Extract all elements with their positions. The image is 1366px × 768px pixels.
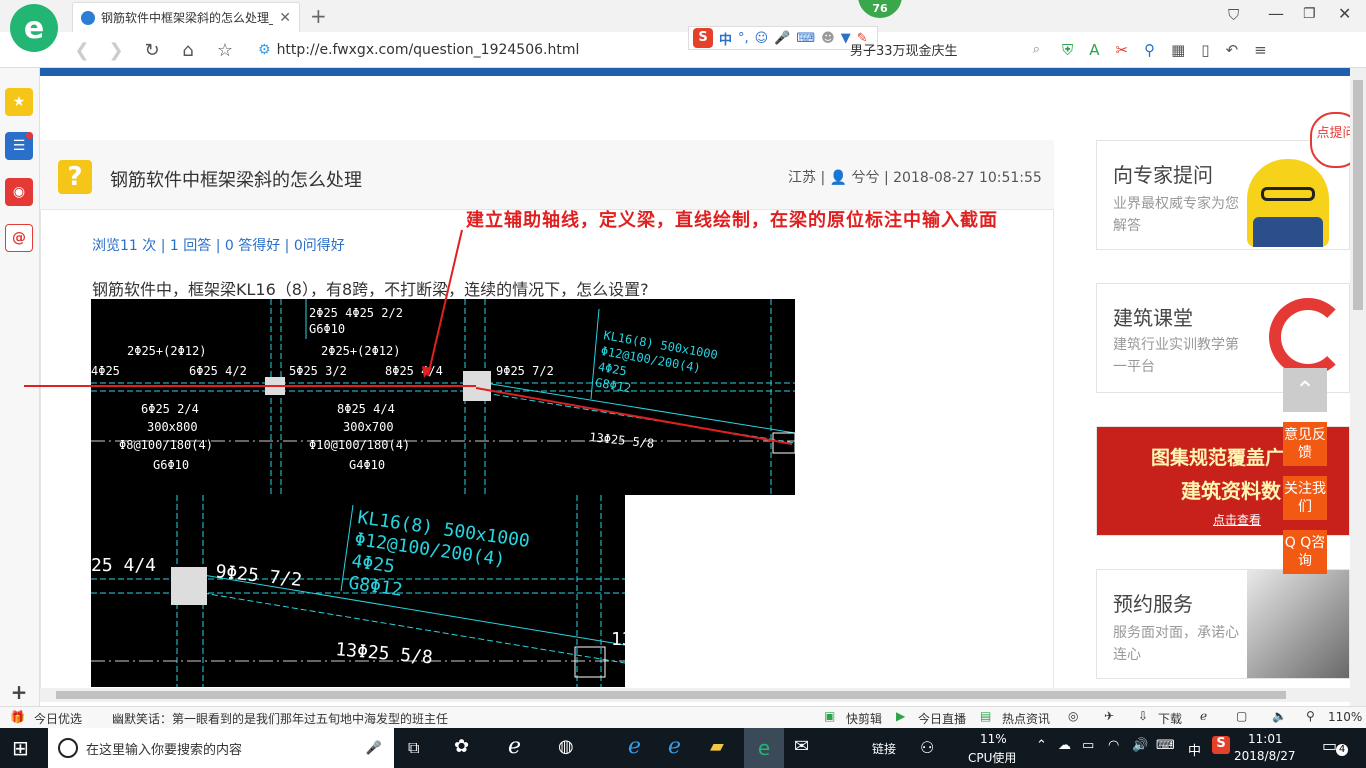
back-to-top-button[interactable]: ⌃ xyxy=(1283,368,1327,412)
windows-taskbar: ⊞ 在这里输入你要搜索的内容 🎤 ⧉ ✿ ℯ ◍ ℯ ℯ ▰ e ✉ 链接 ⚇ … xyxy=(0,728,1366,768)
mascot-suit-icon xyxy=(1253,217,1323,247)
hot-news-link[interactable]: 热点资讯 xyxy=(1002,710,1050,727)
zoom-icon[interactable]: ⚲ xyxy=(1306,709,1315,723)
download-link[interactable]: 下载 xyxy=(1158,710,1182,727)
scroll-thumb[interactable] xyxy=(1353,80,1363,310)
video-edit-icon: ▣ xyxy=(824,709,836,723)
vertical-scrollbar[interactable] xyxy=(1350,68,1366,706)
building-class-title: 建筑课堂 xyxy=(1113,306,1193,330)
volume-icon[interactable]: 🔈 xyxy=(1272,709,1287,723)
news-ticker[interactable]: 幽默笑话：第一眼看到的是我们那年过五旬地中海发型的班主任 xyxy=(112,710,448,727)
folder-icon[interactable]: ▰ xyxy=(710,736,724,757)
links-label[interactable]: 链接 xyxy=(872,740,896,757)
building-class-sub: 建筑行业实训教学第一平台 xyxy=(1113,337,1239,375)
gift-icon: 🎁 xyxy=(10,710,25,724)
clock-time[interactable]: 11:01 xyxy=(1248,732,1283,746)
taskbar-search-text[interactable]: 在这里输入你要搜索的内容 xyxy=(86,739,358,758)
ie-icon[interactable]: ℯ xyxy=(1200,709,1207,723)
swirl-logo-icon xyxy=(1269,298,1347,376)
banner-line2: 建筑资料数 xyxy=(1181,479,1281,503)
notification-count: 4 xyxy=(1336,744,1348,756)
pin-icon[interactable]: ✈ xyxy=(1104,709,1114,723)
zoom-level[interactable]: 110% xyxy=(1328,710,1362,724)
scroll-thumb-h[interactable] xyxy=(56,691,1286,699)
horizontal-scrollbar[interactable] xyxy=(40,688,1350,702)
appointment-card[interactable]: 预约服务 服务面对面，承诺心连心 xyxy=(1096,569,1350,679)
appointment-title: 预约服务 xyxy=(1113,592,1193,616)
browser-status-bar: 🎁 今日优选 幽默笑话：第一眼看到的是我们那年过五旬地中海发型的班主任 ▣ 快剪… xyxy=(0,706,1366,728)
edge-blue-icon[interactable]: ℯ xyxy=(628,734,641,759)
ask-expert-title: 向专家提问 xyxy=(1113,163,1213,187)
ime-tray-label[interactable]: 中 xyxy=(1188,740,1201,759)
mic-icon[interactable]: 🎤 xyxy=(366,741,382,756)
hot-news-icon: ▤ xyxy=(980,709,992,723)
ask-expert-sub: 业界最权威专家为您解答 xyxy=(1113,196,1239,234)
action-center-icon[interactable]: ▭ xyxy=(1322,736,1337,755)
feedback-button[interactable]: 意见反馈 xyxy=(1283,422,1327,466)
banner-link[interactable]: 点击查看 xyxy=(1213,511,1261,528)
browser-logo-icon[interactable]: e xyxy=(10,4,58,52)
speaker-icon[interactable]: 🔊 xyxy=(1132,738,1148,753)
tray-device-icon[interactable]: ▭ xyxy=(1082,738,1094,753)
cpu-percent: 11% xyxy=(980,732,1007,746)
windows-start-icon[interactable]: ⊞ xyxy=(12,736,29,760)
today-picks[interactable]: 今日优选 xyxy=(34,710,82,727)
task-view-icon[interactable]: ⧉ xyxy=(408,738,419,758)
live-link[interactable]: 今日直播 xyxy=(918,710,966,727)
tray-wechat-icon[interactable]: ☁ xyxy=(1058,738,1071,753)
ie-icon[interactable]: ℯ xyxy=(668,734,681,759)
keyboard-tray-icon[interactable]: ⌨ xyxy=(1156,738,1175,753)
mascot-glasses-icon xyxy=(1261,187,1315,201)
kuaijian-link[interactable]: 快剪辑 xyxy=(846,710,882,727)
people-icon[interactable]: ⚇ xyxy=(920,738,934,757)
follow-us-button[interactable]: 关注我们 xyxy=(1283,476,1327,520)
pinwheel-icon[interactable]: ✿ xyxy=(454,736,469,757)
handshake-photo xyxy=(1247,570,1349,678)
taskbar-search[interactable]: 在这里输入你要搜索的内容 🎤 xyxy=(48,728,394,768)
app-spiral-icon[interactable]: ◍ xyxy=(558,736,574,757)
globe-icon[interactable]: ◎ xyxy=(1068,709,1078,723)
edge-icon[interactable]: ℯ xyxy=(508,734,521,759)
cpu-label: CPU使用 xyxy=(968,751,1017,765)
window-icon[interactable]: ▢ xyxy=(1236,709,1247,723)
wifi-icon[interactable]: ◠ xyxy=(1108,738,1119,753)
download-icon: ⇩ xyxy=(1138,709,1149,723)
sogou-tray-icon[interactable]: S xyxy=(1212,736,1230,754)
banner-line1: 图集规范覆盖广 xyxy=(1151,447,1285,469)
tray-up-icon[interactable]: ⌃ xyxy=(1036,738,1047,753)
qq-consult-button[interactable]: Q Q咨询 xyxy=(1283,530,1327,574)
mail-app-icon[interactable]: ✉ xyxy=(794,736,809,757)
active-browser-icon[interactable]: e xyxy=(744,728,784,768)
appointment-sub: 服务面对面，承诺心连心 xyxy=(1113,625,1239,663)
cortana-icon xyxy=(58,738,78,758)
clock-date[interactable]: 2018/8/27 xyxy=(1234,749,1296,763)
live-icon: ▶ xyxy=(896,709,906,723)
ask-expert-card[interactable]: 向专家提问 业界最权威专家为您解答 xyxy=(1096,140,1350,250)
